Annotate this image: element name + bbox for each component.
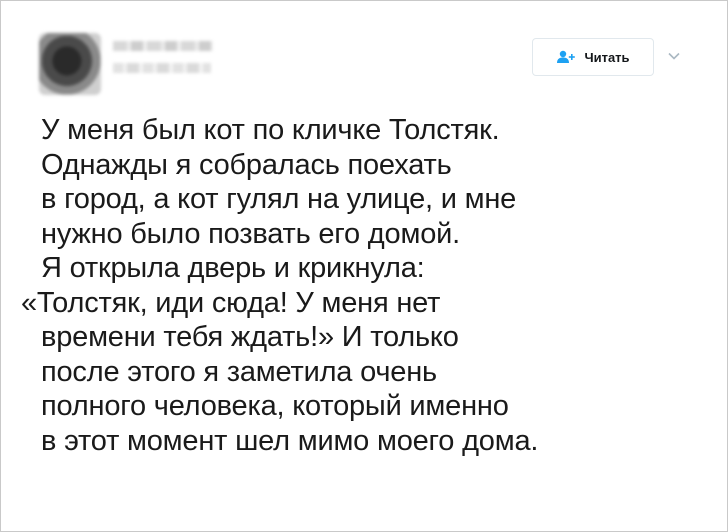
add-user-icon — [556, 50, 576, 64]
tweet-line: У меня был кот по кличке Толстяк. — [41, 114, 500, 146]
tweet-line: Я открыла дверь и крикнула: — [41, 252, 425, 284]
tweet-card: Читать У меня был кот по кличке Толстяк.… — [0, 0, 728, 532]
tweet-line: времени тебя ждать!» И только — [41, 321, 459, 353]
tweet-line: после этого я заметила очень — [41, 355, 437, 388]
tweet-line: в город, а кот гулял на улице, и мне — [41, 183, 517, 215]
tweet-line: нужно было позвать его домой. — [41, 217, 460, 250]
tweet-line: «Толстяк, иди сюда! У меня нет — [21, 286, 441, 319]
follow-label: Читать — [584, 49, 630, 65]
tweet-line: Однажды я собралась поехать — [41, 148, 452, 181]
avatar[interactable] — [39, 33, 101, 95]
display-name-blurred[interactable] — [113, 41, 213, 51]
tweet-text: У меня был кот по кличке Толстяк. Однажд… — [21, 113, 711, 458]
chevron-down-icon[interactable] — [667, 49, 681, 63]
tweet-line: в этот момент шел мимо моего дома. — [41, 424, 539, 457]
tweet-line: полного человека, который именно — [41, 390, 509, 422]
follow-button[interactable]: Читать — [532, 38, 654, 76]
username-blurred[interactable] — [113, 63, 211, 73]
